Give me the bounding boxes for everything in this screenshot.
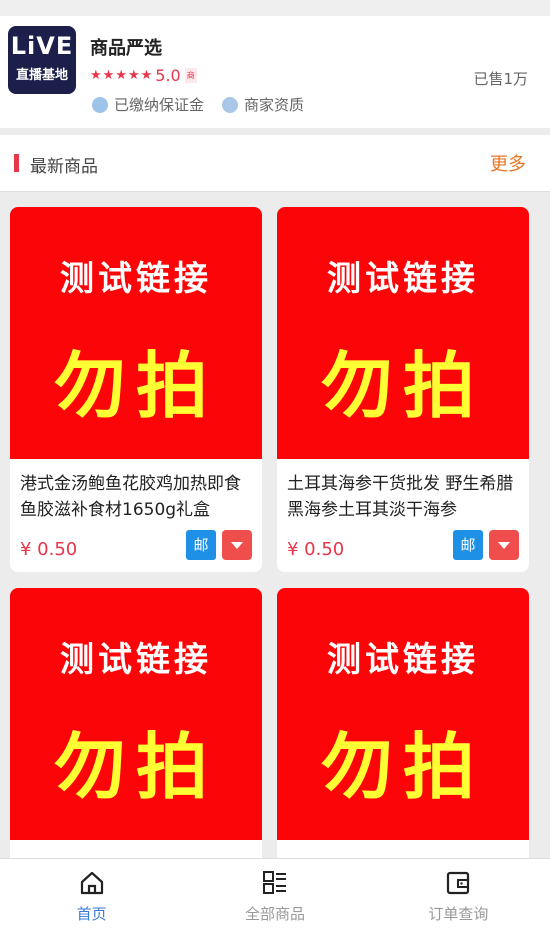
free-shipping-badge: 邮 bbox=[453, 530, 483, 560]
tab-all-products-label: 全部商品 bbox=[244, 905, 305, 923]
qualification-badge-label: 商家资质 bbox=[244, 96, 305, 114]
section-accent-bar bbox=[14, 154, 19, 172]
rating-tag: 商 bbox=[184, 68, 197, 83]
tab-home-label: 首页 bbox=[76, 905, 107, 923]
rating-value: 5.0 bbox=[155, 66, 181, 85]
more-link[interactable]: 更多 bbox=[490, 150, 526, 176]
top-strip bbox=[0, 0, 550, 16]
product-image-line1: 测试链接 bbox=[327, 259, 479, 299]
section-header: 最新商品 更多 bbox=[0, 135, 550, 192]
list-icon bbox=[262, 871, 286, 894]
home-icon bbox=[80, 871, 103, 895]
product-image[interactable]: 测试链接 勿拍 bbox=[277, 588, 529, 840]
star-icon: ★ bbox=[140, 68, 153, 83]
product-image-line2: 勿拍 bbox=[320, 725, 485, 809]
shop-rating: ★ ★ ★ ★ ★ 5.0 商 bbox=[90, 66, 197, 85]
product-image[interactable]: 测试链接 勿拍 bbox=[277, 207, 529, 459]
product-image-line1: 测试链接 bbox=[60, 259, 212, 299]
qualification-badge[interactable]: 商家资质 bbox=[222, 94, 304, 115]
product-title[interactable]: 港式金汤鲍鱼花胶鸡加热即食鱼胶滋补食材1650g礼盒 bbox=[20, 471, 252, 523]
deposit-badge-label: 已缴纳保证金 bbox=[114, 96, 205, 114]
expand-button[interactable] bbox=[222, 530, 252, 560]
money-bag-icon bbox=[92, 96, 108, 113]
product-price: ¥ 0.50 bbox=[287, 539, 345, 560]
tab-orders[interactable]: 订单查询 bbox=[367, 859, 550, 931]
chevron-down-icon bbox=[231, 542, 243, 549]
shop-logo: LiVE 直播基地 bbox=[8, 26, 76, 94]
product-price: ¥ 0.50 bbox=[20, 539, 78, 560]
product-card[interactable]: 测试链接 勿拍 bbox=[10, 588, 262, 888]
logo-live-text: LiVE bbox=[10, 32, 74, 60]
product-image-line2: 勿拍 bbox=[53, 725, 218, 809]
product-image-line2: 勿拍 bbox=[320, 344, 485, 428]
star-icon: ★ bbox=[102, 68, 115, 83]
wallet-icon bbox=[447, 871, 470, 895]
logo-base-text: 直播基地 bbox=[15, 68, 68, 83]
shop-name: 商品严选 bbox=[90, 38, 162, 59]
bottom-tab-bar: 首页 全部商品 订单查询 bbox=[0, 858, 550, 931]
certificate-icon bbox=[222, 96, 239, 113]
product-image[interactable]: 测试链接 勿拍 bbox=[10, 207, 262, 459]
product-card[interactable]: 测试链接 勿拍 港式金汤鲍鱼花胶鸡加热即食鱼胶滋补食材1650g礼盒 ¥ 0.5… bbox=[10, 207, 262, 572]
product-image-line2: 勿拍 bbox=[53, 344, 218, 428]
sold-count: 已售1万 bbox=[473, 70, 528, 88]
product-grid: 测试链接 勿拍 港式金汤鲍鱼花胶鸡加热即食鱼胶滋补食材1650g礼盒 ¥ 0.5… bbox=[0, 192, 550, 888]
tab-orders-label: 订单查询 bbox=[428, 905, 489, 923]
tab-home[interactable]: 首页 bbox=[0, 859, 183, 931]
product-card[interactable]: 测试链接 勿拍 土耳其海参干货批发 野生希腊黑海参土耳其淡干海参 ¥ 0.50 … bbox=[277, 207, 529, 572]
free-shipping-badge: 邮 bbox=[186, 530, 216, 560]
shop-header[interactable]: LiVE 直播基地 商品严选 ★ ★ ★ ★ ★ 5.0 商 已售1万 已缴纳保… bbox=[0, 16, 550, 128]
product-image-line1: 测试链接 bbox=[327, 640, 479, 680]
shop-badges: 已缴纳保证金 商家资质 bbox=[92, 94, 322, 115]
product-image-line1: 测试链接 bbox=[60, 640, 212, 680]
star-icon: ★ bbox=[115, 68, 127, 83]
deposit-badge: 已缴纳保证金 bbox=[92, 94, 204, 115]
star-icon: ★ bbox=[127, 68, 140, 83]
chevron-down-icon bbox=[498, 542, 510, 549]
product-image[interactable]: 测试链接 勿拍 bbox=[10, 588, 262, 840]
star-icon: ★ bbox=[90, 68, 102, 83]
section-title: 最新商品 bbox=[30, 157, 98, 177]
expand-button[interactable] bbox=[489, 530, 519, 560]
product-title[interactable]: 土耳其海参干货批发 野生希腊黑海参土耳其淡干海参 bbox=[287, 471, 519, 523]
product-card[interactable]: 测试链接 勿拍 bbox=[277, 588, 529, 888]
tab-all-products[interactable]: 全部商品 bbox=[183, 859, 366, 931]
